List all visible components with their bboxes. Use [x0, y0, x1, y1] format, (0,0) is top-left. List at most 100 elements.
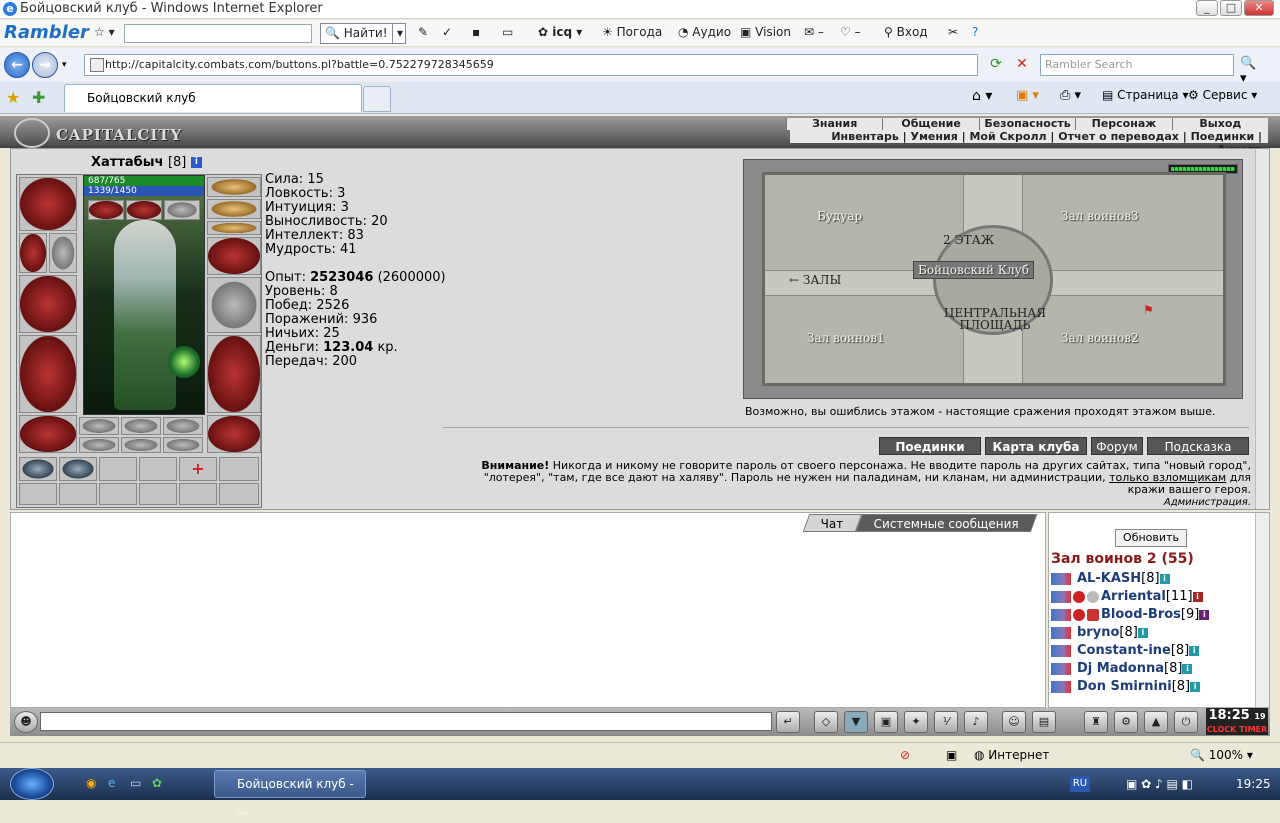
character-name[interactable]: Хаттабыч [8] i	[91, 155, 202, 170]
scroll-slot-1[interactable]	[19, 457, 57, 481]
slot-rings[interactable]	[207, 221, 261, 235]
maximize-button[interactable]: □	[1220, 0, 1242, 16]
add-favorite-icon[interactable]: ✚	[32, 88, 45, 107]
tab-system-messages[interactable]: Системные сообщения	[855, 514, 1037, 532]
club-map-button[interactable]: Карта клуба	[985, 437, 1087, 455]
slot-weapon-staff[interactable]	[19, 275, 77, 333]
hint-button[interactable]: Подсказка	[1147, 437, 1249, 455]
slot-extra-2[interactable]	[121, 417, 161, 435]
web-search-input[interactable]: Rambler Search	[1040, 54, 1234, 76]
tab-chat[interactable]: Чат	[802, 514, 862, 532]
login-button[interactable]: ⚲ Вход	[880, 23, 932, 44]
stop-icon[interactable]: ✕	[1012, 56, 1032, 76]
slot-extra-3[interactable]	[163, 417, 203, 435]
security-zone[interactable]: ◍ Интернет	[974, 748, 1049, 762]
slot-shield-empty[interactable]	[207, 277, 261, 333]
pen-icon[interactable]: ✎	[414, 23, 432, 44]
room-floor2[interactable]: 2 ЭТАЖ	[943, 233, 994, 247]
scroll-slot-4[interactable]	[139, 457, 177, 481]
history-dropdown[interactable]: ▾	[62, 60, 67, 70]
slot-earrings[interactable]	[207, 177, 261, 197]
room-halls[interactable]: ← ЗАЛЫ	[789, 273, 841, 287]
slot-extra-5[interactable]	[121, 437, 161, 453]
chat-input[interactable]	[40, 712, 772, 731]
favorites-star-icon[interactable]: ★	[6, 88, 20, 107]
help-icon[interactable]: ?	[968, 23, 982, 44]
clan-menu-icon[interactable]: ⚙	[1114, 711, 1138, 733]
speaker-icon[interactable]: ♪	[964, 711, 988, 733]
star-icon[interactable]: ☆ ▾	[90, 23, 119, 44]
home-icon[interactable]: ⌂ ▾	[972, 88, 992, 104]
url-input[interactable]: http://capitalcity.combats.com/buttons.p…	[84, 54, 978, 76]
smiley-head-icon[interactable]: ☻	[14, 711, 38, 733]
slot-boots[interactable]	[207, 415, 261, 453]
send-icon[interactable]: ↵	[776, 711, 800, 733]
scroll-slot-11[interactable]	[179, 483, 217, 505]
smile-icon[interactable]: ☺	[1002, 711, 1026, 733]
rambler-logo[interactable]: Rambler	[4, 22, 89, 43]
zoom-control[interactable]: 🔍 100% ▾	[1190, 748, 1253, 762]
player-row[interactable]: Blood-Bros[9] i	[1051, 607, 1210, 622]
card-icon[interactable]: ▭	[498, 23, 517, 44]
eraser-icon[interactable]: ◇	[814, 711, 838, 733]
room-fight-club[interactable]: Бойцовский Клуб	[913, 261, 1034, 279]
scroll-slot-3[interactable]	[99, 457, 137, 481]
tab-fight-club[interactable]: Бойцовский клуб	[64, 84, 362, 112]
scroll-slot-2[interactable]	[59, 457, 97, 481]
player-row[interactable]: AL-KASH[8] i	[1051, 571, 1170, 586]
find-button[interactable]: 🔍 Найти!	[320, 23, 393, 44]
quicklaunch-desktop-icon[interactable]: ▭	[130, 776, 141, 790]
player-row[interactable]: Don Smirnini[8] i	[1051, 679, 1201, 694]
print-icon[interactable]: ⎙ ▾	[1060, 88, 1081, 103]
scroll-slot-9[interactable]	[99, 483, 137, 505]
spellcheck-icon[interactable]: ✓	[438, 23, 456, 44]
slot-rune-3[interactable]	[164, 200, 200, 220]
lock-icon[interactable]: ▲	[1144, 711, 1168, 733]
minimize-button[interactable]: _	[1196, 0, 1218, 16]
nav-character[interactable]: Персонаж	[1075, 118, 1172, 130]
quicklaunch-icq-icon[interactable]: ✿	[152, 776, 162, 790]
chat-messages[interactable]	[10, 512, 1046, 708]
slot-bracer[interactable]	[19, 233, 47, 273]
scroll-slot-8[interactable]	[59, 483, 97, 505]
vision-button[interactable]: ▣ Vision	[736, 23, 795, 44]
fighter-icon[interactable]: ✦	[904, 711, 928, 733]
player-row[interactable]: Dj Madonna[8] i	[1051, 661, 1193, 676]
info-icon[interactable]: i	[190, 157, 202, 168]
player-row[interactable]: Arriental[11] i	[1051, 589, 1203, 604]
scroll-slot-12[interactable]	[219, 483, 259, 505]
taskbar-ie-window[interactable]: Бойцовский клуб - ...	[214, 770, 366, 817]
refresh-button[interactable]: Обновить	[1115, 529, 1187, 547]
feeds-icon[interactable]: ▣ ▾	[1016, 88, 1039, 103]
slot-belt[interactable]	[19, 415, 77, 453]
settings-icon[interactable]: ✂	[944, 23, 962, 44]
scroll-slot-10[interactable]	[139, 483, 177, 505]
save-icon[interactable]: ▣	[874, 711, 898, 733]
room-boudoir[interactable]: Будуар	[817, 209, 862, 223]
tool-icon[interactable]: ▪	[468, 23, 484, 44]
refresh-icon[interactable]: ⟳	[986, 56, 1006, 76]
forum-button[interactable]: Форум	[1091, 437, 1143, 455]
nav-security[interactable]: Безопасность	[978, 118, 1076, 130]
chat-log-icon[interactable]: ▤	[1032, 711, 1056, 733]
tray-icons[interactable]: ▣ ✿ ♪ ▤ ◧	[1126, 768, 1193, 800]
split-icon[interactable]: ⅟	[934, 711, 958, 733]
game-sub-nav[interactable]: Инвентарь | Умения | Мой Скролл | Отчет …	[790, 130, 1268, 156]
back-button[interactable]: ←	[4, 52, 30, 78]
heart-icon[interactable]: ♡ –	[836, 23, 865, 44]
search-icon[interactable]: 🔍▾	[1240, 56, 1262, 86]
slot-rune-1[interactable]	[88, 200, 124, 220]
game-frame-scrollbar[interactable]	[1255, 149, 1269, 509]
character-avatar[interactable]: 687/765 1339/1450	[83, 175, 205, 415]
nav-knowledge[interactable]: Знания	[786, 118, 883, 130]
popup-blocked-icon[interactable]: ⊘	[900, 748, 910, 762]
icq-button[interactable]: ✿ icq ▾	[534, 23, 586, 44]
slot-extra-6[interactable]	[163, 437, 203, 453]
quicklaunch-ie-icon[interactable]: e	[108, 776, 115, 790]
room-hall2[interactable]: Зал воинов2	[1061, 331, 1139, 345]
bag-icon[interactable]: ♜	[1084, 711, 1108, 733]
room-central-square[interactable]: ЦЕНТРАЛЬНАЯ ПЛОЩАДЬ	[933, 307, 1057, 331]
scroll-slot-6[interactable]	[219, 457, 259, 481]
room-hall3[interactable]: Зал воинов3	[1061, 209, 1139, 223]
tray-clock[interactable]: 19:25	[1236, 768, 1271, 800]
